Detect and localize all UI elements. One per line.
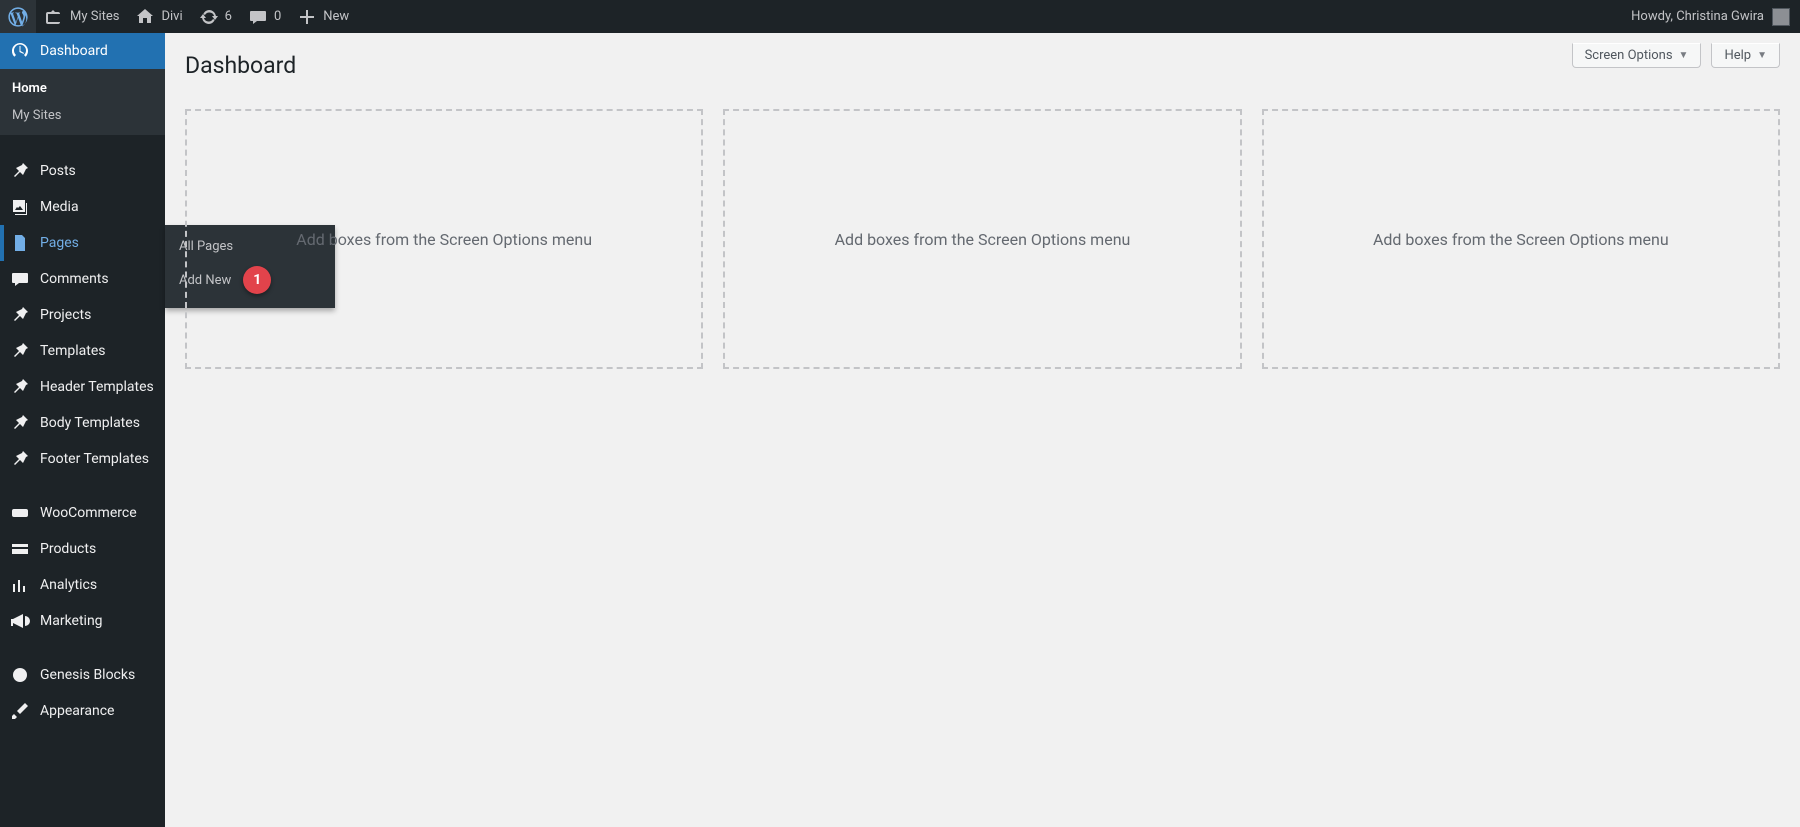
screen-options-label: Screen Options — [1585, 48, 1673, 63]
page-title: Dashboard — [185, 43, 296, 83]
wordpress-icon — [8, 7, 28, 27]
sidebar-marketing-label: Marketing — [40, 613, 155, 629]
page-icon — [10, 233, 30, 253]
sidebar-item-dashboard[interactable]: Dashboard — [0, 33, 165, 69]
sidebar-item-genesis-blocks[interactable]: Genesis Blocks — [0, 657, 165, 693]
sidebar-templates-label: Templates — [40, 343, 155, 359]
sidebar-pages-label: Pages — [40, 235, 155, 251]
comments-icon — [248, 7, 268, 27]
chevron-down-icon: ▼ — [1679, 50, 1689, 61]
adminbar-my-sites-label: My Sites — [70, 9, 119, 24]
sidebar-appearance-label: Appearance — [40, 703, 155, 719]
help-button[interactable]: Help ▼ — [1711, 43, 1780, 68]
comment-icon — [10, 269, 30, 289]
pushpin-icon — [10, 377, 30, 397]
woocommerce-icon — [10, 503, 30, 523]
sidebar-item-comments[interactable]: Comments — [0, 261, 165, 297]
header-row: Dashboard Screen Options ▼ Help ▼ — [185, 33, 1780, 83]
pushpin-icon — [10, 413, 30, 433]
sidebar-sub-my-sites[interactable]: My Sites — [0, 102, 165, 129]
sidebar-item-appearance[interactable]: Appearance — [0, 693, 165, 729]
sidebar-analytics-label: Analytics — [40, 577, 155, 593]
adminbar-new[interactable]: New — [289, 0, 357, 33]
adminbar-comments[interactable]: 0 — [240, 0, 289, 33]
empty-box-text: Add boxes from the Screen Options menu — [296, 230, 592, 249]
media-icon — [10, 197, 30, 217]
sidebar-item-header-templates[interactable]: Header Templates — [0, 369, 165, 405]
adminbar-new-label: New — [323, 9, 349, 24]
sidebar-posts-label: Posts — [40, 163, 155, 179]
sidebar-item-woocommerce[interactable]: WooCommerce — [0, 495, 165, 531]
dashboard-widgets-grid: Add boxes from the Screen Options menu A… — [185, 109, 1780, 369]
adminbar-comments-count: 0 — [274, 9, 281, 24]
dashboard-empty-box: Add boxes from the Screen Options menu — [723, 109, 1241, 369]
updates-icon — [199, 7, 219, 27]
help-label: Help — [1724, 48, 1751, 63]
sidebar-woocommerce-label: WooCommerce — [40, 505, 155, 521]
screen-options-button[interactable]: Screen Options ▼ — [1572, 43, 1702, 68]
sidebar-genesis-blocks-label: Genesis Blocks — [40, 667, 155, 683]
sidebar-item-analytics[interactable]: Analytics — [0, 567, 165, 603]
sidebar-sub-home[interactable]: Home — [0, 75, 165, 102]
pushpin-icon — [10, 161, 30, 181]
sidebar-item-projects[interactable]: Projects — [0, 297, 165, 333]
brush-icon — [10, 701, 30, 721]
sidebar-item-media[interactable]: Media — [0, 189, 165, 225]
genesis-icon — [10, 665, 30, 685]
sidebar-item-pages[interactable]: Pages All Pages Add New 1 — [0, 225, 165, 261]
sidebar-item-templates[interactable]: Templates — [0, 333, 165, 369]
chevron-down-icon: ▼ — [1757, 50, 1767, 61]
pushpin-icon — [10, 341, 30, 361]
dashboard-empty-box: Add boxes from the Screen Options menu — [185, 109, 703, 369]
home-icon — [135, 7, 155, 27]
avatar — [1772, 8, 1790, 26]
pushpin-icon — [10, 305, 30, 325]
adminbar-site-name[interactable]: Divi — [127, 0, 190, 33]
sidebar-item-footer-templates[interactable]: Footer Templates — [0, 441, 165, 477]
dashboard-empty-box: Add boxes from the Screen Options menu — [1262, 109, 1780, 369]
products-icon — [10, 539, 30, 559]
pushpin-icon — [10, 449, 30, 469]
adminbar-site-name-label: Divi — [161, 9, 182, 24]
sidebar-item-products[interactable]: Products — [0, 531, 165, 567]
megaphone-icon — [10, 611, 30, 631]
sidebar-item-marketing[interactable]: Marketing — [0, 603, 165, 639]
admin-bar: My Sites Divi 6 0 New Howdy, Christina G… — [0, 0, 1800, 33]
admin-sidebar: Dashboard Home My Sites Posts Media Page… — [0, 33, 165, 827]
empty-box-text: Add boxes from the Screen Options menu — [1373, 230, 1669, 249]
network-icon — [44, 7, 64, 27]
plus-icon — [297, 7, 317, 27]
analytics-icon — [10, 575, 30, 595]
adminbar-updates[interactable]: 6 — [191, 0, 240, 33]
adminbar-my-sites[interactable]: My Sites — [36, 0, 127, 33]
sidebar-item-body-templates[interactable]: Body Templates — [0, 405, 165, 441]
sidebar-products-label: Products — [40, 541, 155, 557]
sidebar-header-templates-label: Header Templates — [40, 379, 155, 395]
sidebar-media-label: Media — [40, 199, 155, 215]
sidebar-dashboard-submenu: Home My Sites — [0, 69, 165, 135]
wp-logo[interactable] — [0, 0, 36, 33]
dashboard-icon — [10, 41, 30, 61]
sidebar-comments-label: Comments — [40, 271, 155, 287]
content-area: Dashboard Screen Options ▼ Help ▼ Add bo… — [165, 33, 1800, 827]
empty-box-text: Add boxes from the Screen Options menu — [835, 230, 1131, 249]
adminbar-account[interactable]: Howdy, Christina Gwira — [1621, 8, 1800, 26]
adminbar-updates-count: 6 — [225, 9, 232, 24]
sidebar-dashboard-label: Dashboard — [40, 43, 155, 59]
sidebar-body-templates-label: Body Templates — [40, 415, 155, 431]
sidebar-footer-templates-label: Footer Templates — [40, 451, 155, 467]
howdy-text: Howdy, Christina Gwira — [1631, 9, 1764, 24]
sidebar-projects-label: Projects — [40, 307, 155, 323]
sidebar-item-posts[interactable]: Posts — [0, 153, 165, 189]
